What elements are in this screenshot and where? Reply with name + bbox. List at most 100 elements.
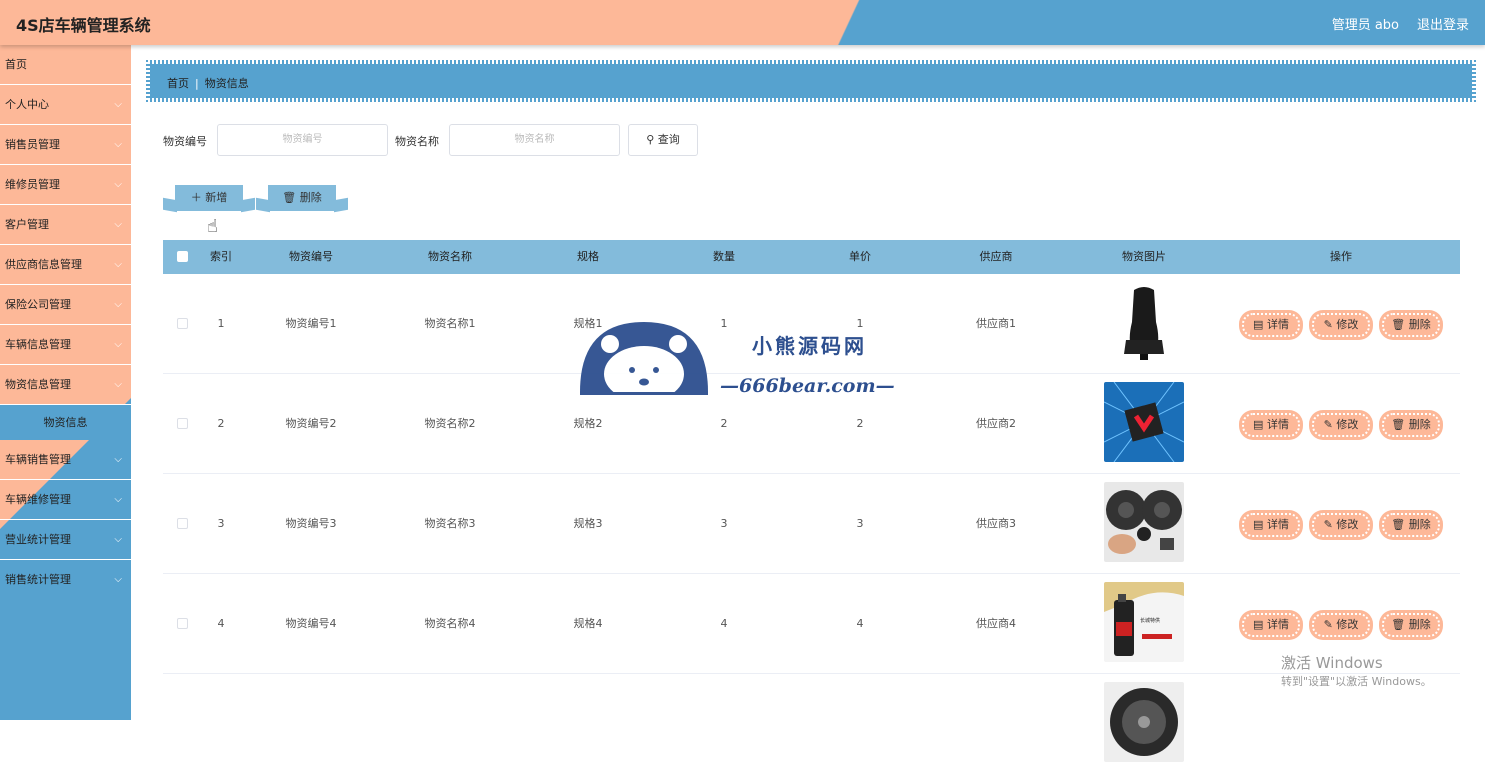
delete-button[interactable]: 🗑 删除 (1381, 312, 1441, 338)
edit-button[interactable]: ✎ 修改 (1311, 612, 1371, 638)
windows-activation-hint: 转到"设置"以激活 Windows。 (1281, 675, 1432, 688)
trash-icon: 🗑 (1391, 318, 1406, 331)
sidebar-item-salesperson[interactable]: 销售员管理 ⌵ (0, 125, 131, 165)
detail-label: 详情 (1266, 318, 1289, 331)
sidebar-item-vehicle-info[interactable]: 车辆信息管理 ⌵ (0, 325, 131, 365)
sidebar-item-label: 维修员管理 (5, 178, 60, 191)
edit-label: 修改 (1336, 318, 1359, 331)
sidebar-item-label: 销售统计管理 (5, 573, 71, 586)
detail-label: 详情 (1266, 518, 1289, 531)
watermark-title: 小熊源码网 (752, 334, 867, 358)
cell-spec: 规格4 (573, 617, 603, 630)
edit-label: 修改 (1336, 618, 1359, 631)
material-image-seat (1104, 282, 1184, 362)
pencil-icon: ✎ (1323, 518, 1333, 531)
cell-supplier: 供应商4 (976, 617, 1016, 630)
cell-price: 1 (856, 317, 864, 330)
name-label: 物资名称 (395, 135, 439, 148)
sidebar-item-label: 车辆维修管理 (5, 493, 71, 506)
row-checkbox[interactable] (177, 518, 188, 529)
sidebar-item-material-info[interactable]: 物资信息管理 ⌵ (0, 365, 131, 405)
hand-cursor-icon: ☝ (207, 216, 218, 237)
breadcrumb-home[interactable]: 首页 (167, 77, 189, 90)
cell-qty: 4 (720, 617, 728, 630)
sidebar-item-vehicle-repair[interactable]: 车辆维修管理 ⌵ (0, 480, 131, 520)
sidebar-item-supplier[interactable]: 供应商信息管理 ⌵ (0, 245, 131, 285)
sidebar: 首页 个人中心 ⌵ 销售员管理 ⌵ 维修员管理 ⌵ 客户管理 ⌵ 供应商信息管理 ⌵ 保险… (0, 45, 131, 720)
batch-delete-label: 删除 (299, 191, 322, 204)
code-search-input[interactable]: 物资编号 (217, 124, 388, 156)
document-icon: ▤ (1253, 618, 1264, 631)
select-all-checkbox[interactable] (177, 251, 188, 262)
row-checkbox[interactable] (177, 318, 188, 329)
cell-supplier: 供应商3 (976, 517, 1016, 530)
sidebar-item-customer[interactable]: 客户管理 ⌵ (0, 205, 131, 245)
sidebar-item-label: 车辆信息管理 (5, 338, 71, 351)
trash-icon: 🗑 (1391, 618, 1406, 631)
pencil-icon: ✎ (1323, 618, 1333, 631)
chevron-down-icon: ⌵ (114, 494, 122, 505)
cell-code: 物资编号3 (285, 517, 337, 530)
sidebar-item-label: 客户管理 (5, 218, 49, 231)
chevron-down-icon: ⌵ (114, 99, 122, 110)
delete-button[interactable]: 🗑 删除 (1381, 412, 1441, 438)
sidebar-item-label: 销售员管理 (5, 138, 60, 151)
detail-button[interactable]: ▤ 详情 (1241, 612, 1301, 638)
sidebar-item-label: 保险公司管理 (5, 298, 71, 311)
delete-label: 删除 (1408, 518, 1431, 531)
cell-name: 物资名称3 (424, 517, 476, 530)
detail-button[interactable]: ▤ 详情 (1241, 312, 1301, 338)
col-supplier: 供应商 (979, 250, 1013, 263)
sidebar-subitem-material[interactable]: 物资信息 (0, 405, 131, 440)
row-checkbox[interactable] (177, 418, 188, 429)
detail-button[interactable]: ▤ 详情 (1241, 512, 1301, 538)
chevron-down-icon: ⌵ (114, 454, 122, 465)
edit-label: 修改 (1336, 418, 1359, 431)
sidebar-item-business-stats[interactable]: 营业统计管理 ⌵ (0, 520, 131, 560)
material-image-wheel (1104, 682, 1184, 762)
code-label: 物资编号 (163, 135, 207, 148)
chevron-down-icon: ⌵ (114, 299, 122, 310)
edit-button[interactable]: ✎ 修改 (1311, 512, 1371, 538)
cell-spec: 规格3 (573, 517, 603, 530)
detail-button[interactable]: ▤ 详情 (1241, 412, 1301, 438)
col-code: 物资编号 (289, 250, 333, 263)
cell-index: 1 (217, 317, 225, 330)
document-icon: ▤ (1253, 418, 1264, 431)
cell-code: 物资编号2 (285, 417, 337, 430)
sidebar-item-home[interactable]: 首页 (0, 45, 131, 85)
edit-button[interactable]: ✎ 修改 (1311, 412, 1371, 438)
delete-button[interactable]: 🗑 删除 (1381, 512, 1441, 538)
document-icon: ▤ (1253, 318, 1264, 331)
bear-logo-watermark (580, 322, 708, 404)
batch-delete-button[interactable]: 🗑 删除 (268, 185, 336, 211)
row-checkbox[interactable] (177, 618, 188, 629)
sidebar-item-insurance[interactable]: 保险公司管理 ⌵ (0, 285, 131, 325)
plus-icon: ＋ (190, 191, 202, 204)
table-row: 1 物资编号1 物资名称1 规格1 1 1 供应商1 ▤ 详情 ✎ 修改 🗑 删… (163, 274, 1460, 374)
table-header: 索引 物资编号 物资名称 规格 数量 单价 供应商 物资图片 操作 (163, 240, 1460, 274)
cell-name: 物资名称2 (424, 417, 476, 430)
cell-supplier: 供应商2 (976, 417, 1016, 430)
sidebar-item-sales-stats[interactable]: 销售统计管理 ⌵ (0, 560, 131, 600)
delete-button[interactable]: 🗑 删除 (1381, 612, 1441, 638)
search-icon: ⚲ (646, 133, 655, 146)
admin-user-label: 管理员 abo (1331, 18, 1399, 33)
edit-button[interactable]: ✎ 修改 (1311, 312, 1371, 338)
sidebar-item-repairer[interactable]: 维修员管理 ⌵ (0, 165, 131, 205)
sidebar-item-label: 个人中心 (5, 98, 49, 111)
query-button[interactable]: ⚲ 查询 (628, 124, 698, 156)
add-button[interactable]: ＋ 新增 (175, 185, 243, 211)
cell-supplier: 供应商1 (976, 317, 1016, 330)
material-image-chip (1104, 382, 1184, 462)
trash-icon: 🗑 (1391, 418, 1406, 431)
cell-price: 4 (856, 617, 864, 630)
logout-link[interactable]: 退出登录 (1417, 14, 1469, 33)
delete-label: 删除 (1408, 318, 1431, 331)
name-search-input[interactable]: 物资名称 (449, 124, 620, 156)
query-button-label: 查询 (657, 133, 680, 146)
sidebar-item-vehicle-sales[interactable]: 车辆销售管理 ⌵ (0, 440, 131, 480)
sidebar-item-personal-center[interactable]: 个人中心 ⌵ (0, 85, 131, 125)
edit-label: 修改 (1336, 518, 1359, 531)
sidebar-item-label: 物资信息管理 (5, 378, 71, 391)
